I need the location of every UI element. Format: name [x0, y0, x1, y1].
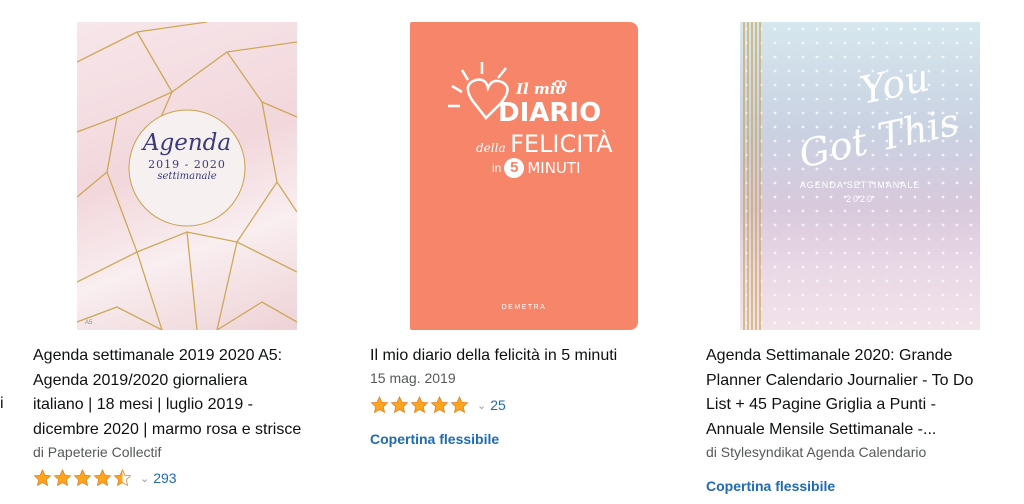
product-image-1[interactable]: Agenda 2019 - 2020 settimanale A5 — [76, 21, 298, 331]
cover-line-4c: MINUTI — [527, 159, 581, 177]
cover-line-2: DIARIO — [498, 98, 602, 128]
star-icon — [73, 469, 92, 487]
title-line: List + 45 Pagine Griglia a Punti - — [706, 396, 936, 413]
star-icon — [450, 396, 469, 414]
product-byline-3: di Stylesyndikat Agenda Calendario — [706, 444, 927, 460]
product-title-2[interactable]: Il mio diario della felicità in 5 minuti — [370, 344, 670, 369]
title-line: Il mio diario della felicità in 5 minuti — [370, 347, 618, 364]
cover-line-3a: della — [476, 141, 506, 155]
cover-number-badge: 5 — [504, 158, 525, 178]
title-line: Agenda settimanale 2019 2020 A5: — [33, 347, 283, 364]
cover-size-mark: A5 — [85, 320, 93, 326]
product-byline-1: di Papeterie Collectif — [33, 444, 162, 460]
release-date-2: 15 mag. 2019 — [370, 370, 456, 386]
title-line: Annuale Mensile Settimanale -... — [706, 420, 937, 438]
star-icon — [390, 396, 409, 414]
star-icon — [53, 469, 72, 487]
format-link-3[interactable]: Copertina flessibile — [706, 478, 835, 494]
rating-widget-2[interactable]: ⌄ 25 — [370, 396, 506, 414]
title-line: Agenda Settimanale 2020: Grande — [706, 347, 953, 364]
cover-title: Agenda — [142, 130, 232, 156]
rating-widget-1[interactable]: ⌄ 293 — [33, 469, 177, 487]
product-title-1[interactable]: Agenda settimanale 2019 2020 A5: Agenda … — [33, 344, 343, 442]
cover-line-1: Il mio — [516, 80, 566, 98]
title-line: dicembre 2020 | marmo rosa e strisce — [33, 420, 302, 438]
half-star-icon — [113, 469, 132, 487]
star-icon — [93, 469, 112, 487]
rating-count-link-1[interactable]: 293 — [153, 470, 176, 486]
cover-subtitle: AGENDA SETTIMANALE — [799, 180, 921, 190]
product-image-3[interactable]: You Got This AGENDA SETTIMANALE 2020 — [740, 22, 980, 330]
publisher-logo: DEMETRA — [501, 304, 547, 311]
clipped-title-fragment: i — [0, 395, 4, 412]
format-link-2[interactable]: Copertina flessibile — [370, 431, 499, 447]
product-title-3[interactable]: Agenda Settimanale 2020: Grande Planner … — [706, 344, 1006, 442]
star-icon — [33, 469, 52, 487]
title-line: Agenda 2019/2020 giornaliera — [33, 371, 248, 389]
cover-years: 2019 - 2020 — [148, 158, 226, 171]
star-rating-2 — [370, 396, 470, 414]
star-icon — [410, 396, 429, 414]
cover-line-4a: in — [492, 161, 502, 175]
star-icon — [430, 396, 449, 414]
cover-line-3b: FELICITÀ — [510, 130, 613, 158]
rating-count-link-2[interactable]: 25 — [490, 397, 506, 413]
star-rating-1 — [33, 469, 133, 487]
title-line: italiano | 18 mesi | luglio 2019 - — [33, 396, 253, 413]
cover-subtitle: settimanale — [157, 171, 217, 182]
chevron-down-icon[interactable]: ⌄ — [140, 472, 149, 485]
chevron-down-icon[interactable]: ⌄ — [477, 399, 486, 412]
product-image-2[interactable]: Il mio DIARIO della FELICITÀ in 5 MINUTI… — [410, 22, 638, 330]
title-line: Planner Calendario Journalier - To Do — [706, 371, 974, 389]
cover-year: 2020 — [845, 194, 875, 204]
star-icon — [370, 396, 389, 414]
